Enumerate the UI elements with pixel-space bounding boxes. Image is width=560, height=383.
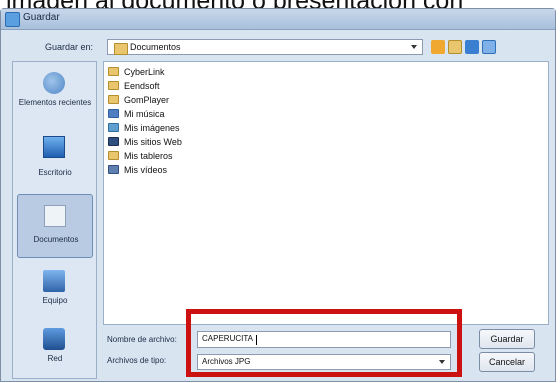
save-in-value: Documentos <box>130 42 181 52</box>
filetype-value: Archivos JPG <box>202 357 251 366</box>
file-name: Mi música <box>124 109 165 119</box>
chevron-down-icon <box>439 360 445 364</box>
filename-label: Nombre de archivo: <box>107 335 177 344</box>
save-in-dropdown[interactable]: Documentos <box>107 39 423 55</box>
place-network[interactable]: Red <box>17 324 93 378</box>
documents-folder-icon <box>114 43 128 55</box>
list-item[interactable]: CyberLink <box>108 66 268 78</box>
list-item[interactable]: Mi música <box>108 108 268 120</box>
file-name: Mis imágenes <box>124 123 180 133</box>
pictures-folder-icon <box>108 123 119 132</box>
back-arrow-icon[interactable] <box>431 40 445 54</box>
filename-input[interactable]: CAPERUCITA <box>197 331 451 348</box>
web-folder-icon <box>108 137 119 146</box>
place-desktop[interactable]: Escritorio <box>17 132 93 186</box>
file-name: Mis sitios Web <box>124 137 182 147</box>
list-item[interactable]: Mis vídeos <box>108 164 268 176</box>
place-label: Documentos <box>33 235 79 244</box>
places-bar: Elementos recientes Escritorio Documento… <box>12 61 97 379</box>
save-button[interactable]: Guardar <box>479 329 535 349</box>
documents-icon <box>44 205 66 227</box>
list-item[interactable]: Mis tableros <box>108 150 268 162</box>
view-menu-icon[interactable] <box>482 40 496 54</box>
list-item[interactable]: Eendsoft <box>108 80 268 92</box>
filetype-label: Archivos de tipo: <box>107 356 167 365</box>
recent-items-icon <box>43 72 65 94</box>
place-label: Elementos recientes <box>18 98 92 107</box>
file-name: CyberLink <box>124 67 165 77</box>
list-item[interactable]: Mis imágenes <box>108 122 268 134</box>
new-folder-icon[interactable] <box>465 40 479 54</box>
list-item[interactable]: GomPlayer <box>108 94 268 106</box>
list-item[interactable]: Mis sitios Web <box>108 136 268 148</box>
folder-icon <box>108 67 119 76</box>
dialog-title: Guardar <box>23 12 60 23</box>
place-computer[interactable]: Equipo <box>17 266 93 320</box>
dialog-titlebar: Guardar <box>1 9 555 30</box>
place-label: Red <box>47 354 63 363</box>
file-name: Mis vídeos <box>124 165 168 175</box>
chevron-down-icon <box>411 45 417 49</box>
video-folder-icon <box>108 165 119 174</box>
app-icon <box>5 12 20 27</box>
place-label: Equipo <box>42 296 68 305</box>
save-in-label: Guardar en: <box>45 42 94 52</box>
up-folder-icon[interactable] <box>448 40 462 54</box>
place-documents[interactable]: Documentos <box>17 194 93 258</box>
filetype-dropdown[interactable]: Archivos JPG <box>197 354 451 370</box>
file-name: Mis tableros <box>124 151 173 161</box>
network-icon <box>43 328 65 350</box>
file-name: Eendsoft <box>124 81 160 91</box>
folder-icon <box>108 95 119 104</box>
place-label: Escritorio <box>38 168 72 177</box>
save-dialog: Guardar Guardar en: Documentos Elementos… <box>0 8 556 382</box>
desktop-icon <box>43 136 65 158</box>
file-list[interactable]: CyberLink Eendsoft GomPlayer Mi música M… <box>103 61 549 325</box>
file-name: GomPlayer <box>124 95 170 105</box>
cancel-button[interactable]: Cancelar <box>479 352 535 372</box>
folder-icon <box>108 151 119 160</box>
text-caret <box>256 335 257 345</box>
place-recent-items[interactable]: Elementos recientes <box>17 68 93 122</box>
music-folder-icon <box>108 109 119 118</box>
folder-icon <box>108 81 119 90</box>
computer-icon <box>43 270 65 292</box>
filename-value: CAPERUCITA <box>202 334 253 343</box>
